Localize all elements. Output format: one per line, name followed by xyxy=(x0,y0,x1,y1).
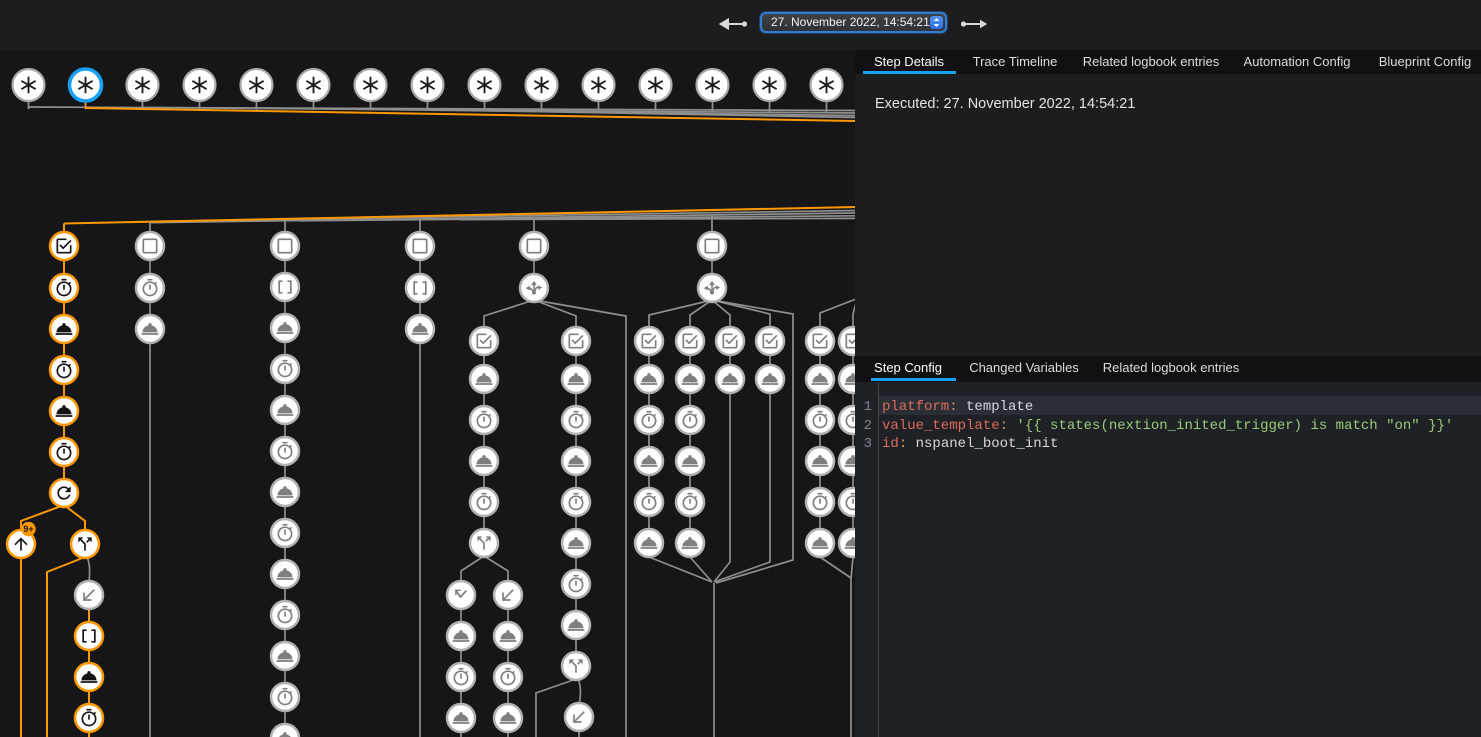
svg-text:9+: 9+ xyxy=(23,524,33,534)
